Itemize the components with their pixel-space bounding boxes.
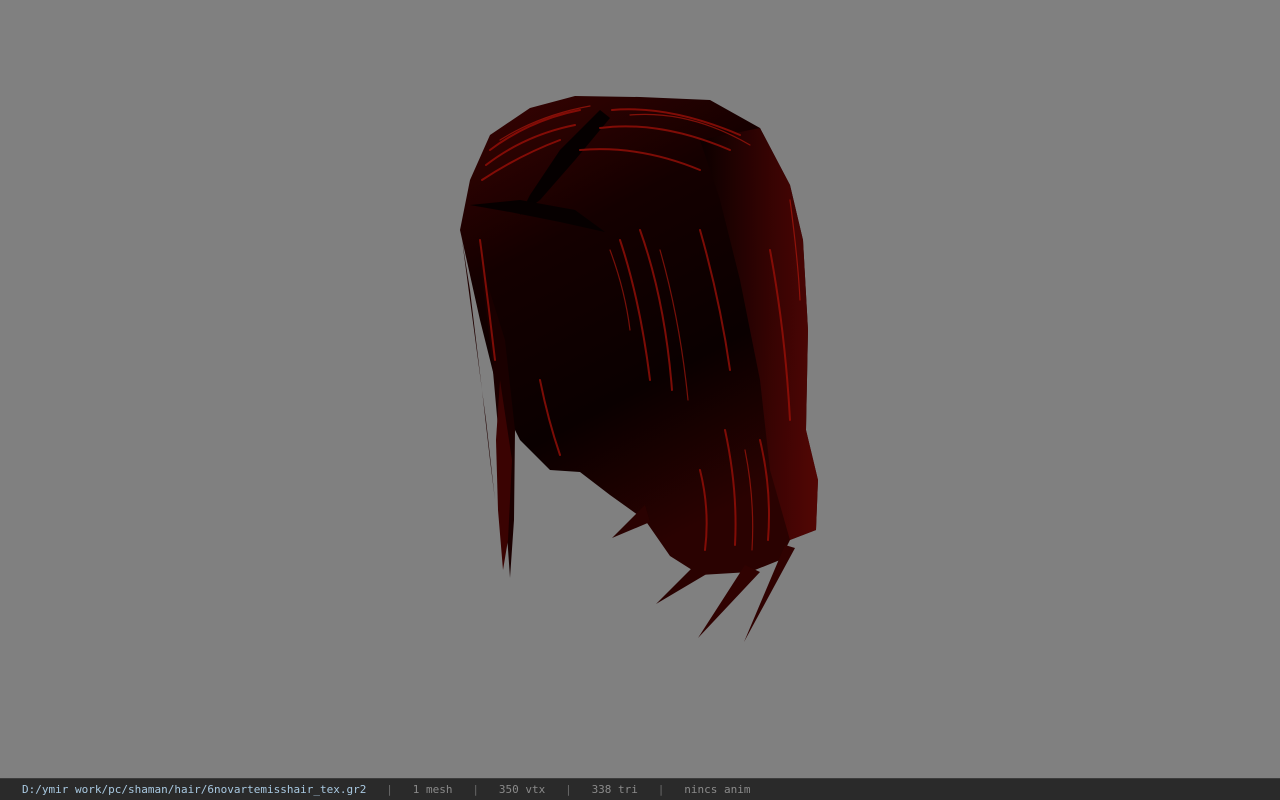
mesh-count: 1 mesh — [412, 783, 453, 796]
vertex-count: 350 vtx — [498, 783, 546, 796]
status-bar: D:/ymir work/pc/shaman/hair/6novartemiss… — [0, 778, 1280, 800]
triangle-count: 338 tri — [591, 783, 638, 796]
file-path: D:/ymir work/pc/shaman/hair/6novartemiss… — [22, 783, 367, 796]
3d-viewport[interactable] — [0, 0, 1280, 778]
animation-status: nincs anim — [684, 783, 751, 796]
hair-model — [460, 96, 818, 642]
